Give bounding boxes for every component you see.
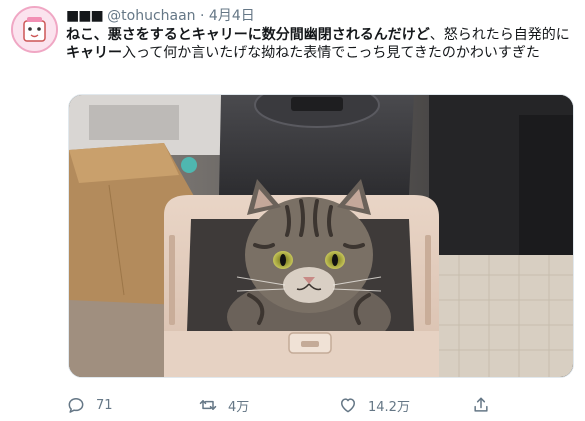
share-icon	[471, 395, 491, 415]
tweet-photo[interactable]	[68, 94, 574, 378]
share-button[interactable]	[471, 394, 491, 416]
tweet-header: ■■■ @tohuchaan · 4月4日	[66, 6, 255, 26]
like-icon	[338, 395, 358, 415]
tweet-text-part: 、怒られたら自発的に	[429, 27, 570, 43]
author-handle[interactable]: @tohuchaan	[107, 8, 195, 24]
tweet-actions: 71 4万 14.2万	[66, 394, 546, 416]
like-button[interactable]: 14.2万	[338, 394, 410, 416]
retweet-count: 4万	[228, 399, 250, 415]
retweet-button[interactable]: 4万	[198, 394, 249, 416]
tweet-text-part: キャリー	[66, 45, 122, 61]
tweet-card[interactable]: ■■■ @tohuchaan · 4月4日 ねこ、悪さをするとキャリーに数分間幽…	[0, 0, 585, 421]
tweet-text-part: 入って何か言いたげな拗ねた表情でこっち見てきたのかわいすぎた	[122, 45, 540, 61]
tweet-text: ねこ、悪さをするとキャリーに数分間幽閉されるんだけど、怒られたら自発的にキャリー…	[66, 26, 571, 62]
like-count: 14.2万	[368, 399, 410, 415]
header-separator: ·	[200, 8, 205, 24]
cat-in-carrier-photo	[69, 95, 573, 377]
avatar[interactable]	[11, 6, 58, 53]
reply-button[interactable]: 71	[66, 394, 113, 416]
reply-icon	[66, 395, 86, 415]
tweet-text-part: ねこ、悪さをするとキャリーに数分間幽閉されるんだけど	[66, 27, 430, 43]
tweet-date[interactable]: 4月4日	[209, 8, 255, 24]
retweet-icon	[198, 395, 218, 415]
author-name[interactable]: ■■■	[66, 8, 104, 24]
reply-count: 71	[96, 397, 113, 413]
